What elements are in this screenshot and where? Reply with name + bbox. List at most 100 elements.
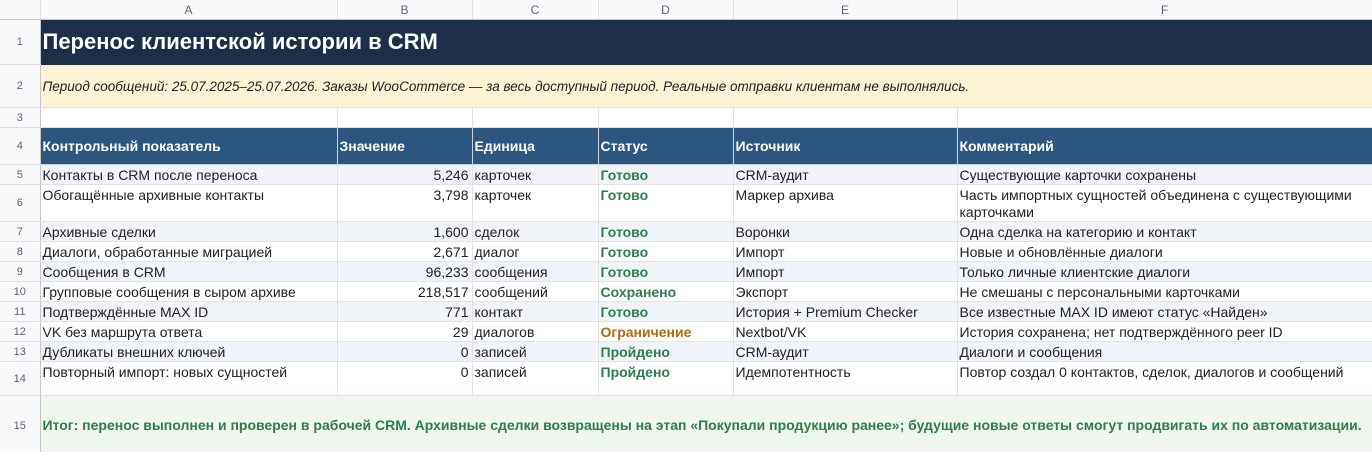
- empty-cell[interactable]: [733, 107, 958, 128]
- summary-note[interactable]: Итог: перенос выполнен и проверен в рабо…: [39, 395, 1372, 452]
- column-header-c[interactable]: C: [472, 0, 599, 20]
- status-cell[interactable]: Готово: [598, 301, 734, 322]
- comment-cell[interactable]: Существующие карточки сохранены: [957, 164, 1372, 185]
- empty-cell[interactable]: [337, 107, 473, 128]
- source-cell[interactable]: Импорт: [733, 241, 958, 262]
- value-cell[interactable]: 1,600: [337, 221, 473, 242]
- unit-cell[interactable]: сообщения: [472, 261, 599, 282]
- value-cell[interactable]: 218,517: [337, 281, 473, 302]
- source-cell[interactable]: CRM-аудит: [733, 341, 958, 362]
- empty-cell[interactable]: [40, 107, 338, 128]
- header-unit[interactable]: Единица: [472, 127, 599, 165]
- empty-cell[interactable]: [472, 107, 599, 128]
- comment-cell[interactable]: Только личные клиентские диалоги: [957, 261, 1372, 282]
- row-number[interactable]: 4: [0, 127, 41, 165]
- row-number[interactable]: 3: [0, 107, 41, 128]
- source-cell[interactable]: Импорт: [733, 261, 958, 282]
- header-comment[interactable]: Комментарий: [957, 127, 1372, 165]
- comment-cell[interactable]: Не смешаны с персональными карточками: [957, 281, 1372, 302]
- comment-cell[interactable]: Новые и обновлённые диалоги: [957, 241, 1372, 262]
- unit-cell[interactable]: контакт: [472, 301, 599, 322]
- row-number[interactable]: 10: [0, 281, 41, 302]
- row-number[interactable]: 6: [0, 184, 41, 222]
- empty-cell[interactable]: [598, 107, 734, 128]
- comment-cell[interactable]: Диалоги и сообщения: [957, 341, 1372, 362]
- value-cell[interactable]: 0: [337, 341, 473, 362]
- comment-cell[interactable]: Часть импортных сущностей объединена с с…: [957, 184, 1372, 222]
- row-number[interactable]: 15: [0, 395, 41, 452]
- value-cell[interactable]: 3,798: [337, 184, 473, 222]
- column-header-f[interactable]: F: [957, 0, 1372, 20]
- column-header-b[interactable]: B: [337, 0, 473, 20]
- unit-cell[interactable]: записей: [472, 361, 599, 396]
- column-header-a[interactable]: A: [40, 0, 338, 20]
- comment-cell[interactable]: Все известные MAX ID имеют статус «Найде…: [957, 301, 1372, 322]
- value-cell[interactable]: 771: [337, 301, 473, 322]
- period-note[interactable]: Период сообщений: 25.07.2025–25.07.2026.…: [40, 64, 1372, 108]
- metric-cell[interactable]: VK без маршрута ответа: [40, 321, 338, 342]
- column-header-e[interactable]: E: [733, 0, 958, 20]
- unit-cell[interactable]: сообщений: [472, 281, 599, 302]
- metric-cell[interactable]: Повторный импорт: новых сущностей: [40, 361, 338, 396]
- row-number[interactable]: 14: [0, 361, 41, 396]
- source-cell[interactable]: Воронки: [733, 221, 958, 242]
- source-cell[interactable]: Экспорт: [733, 281, 958, 302]
- metric-cell[interactable]: Архивные сделки: [40, 221, 338, 242]
- row-number[interactable]: 13: [0, 341, 41, 362]
- status-cell[interactable]: Готово: [598, 184, 734, 222]
- select-all-corner[interactable]: [0, 0, 41, 20]
- header-metric[interactable]: Контрольный показатель: [40, 127, 338, 165]
- status-cell[interactable]: Сохранено: [598, 281, 734, 302]
- value-cell[interactable]: 29: [337, 321, 473, 342]
- row-number[interactable]: 9: [0, 261, 41, 282]
- source-cell[interactable]: Маркер архива: [733, 184, 958, 222]
- empty-cell[interactable]: [957, 107, 1372, 128]
- unit-cell[interactable]: карточек: [472, 164, 599, 185]
- status-cell[interactable]: Готово: [598, 241, 734, 262]
- table-row: 6 Обогащённые архивные контакты 3,798 ка…: [0, 184, 1372, 222]
- row-number[interactable]: 11: [0, 301, 41, 322]
- status-cell[interactable]: Готово: [598, 261, 734, 282]
- value-cell[interactable]: 2,671: [337, 241, 473, 262]
- row-number[interactable]: 12: [0, 321, 41, 342]
- value-cell[interactable]: 0: [337, 361, 473, 396]
- comment-cell[interactable]: Повтор создал 0 контактов, сделок, диало…: [957, 361, 1372, 396]
- row-number[interactable]: 2: [0, 64, 41, 108]
- comment-cell[interactable]: История сохранена; нет подтверждённого p…: [957, 321, 1372, 342]
- metric-cell[interactable]: Подтверждённые MAX ID: [40, 301, 338, 322]
- table-row: 10 Групповые сообщения в сыром архиве 21…: [0, 281, 1372, 302]
- status-cell[interactable]: Готово: [598, 164, 734, 185]
- report-title[interactable]: Перенос клиентской истории в CRM: [40, 19, 1372, 65]
- row-number[interactable]: 5: [0, 164, 41, 185]
- metric-cell[interactable]: Дубликаты внешних ключей: [40, 341, 338, 362]
- status-cell[interactable]: Ограничение: [598, 321, 734, 342]
- table-header-row: 4 Контрольный показатель Значение Единиц…: [0, 127, 1372, 165]
- metric-cell[interactable]: Сообщения в CRM: [40, 261, 338, 282]
- metric-cell[interactable]: Контакты в CRM после переноса: [40, 164, 338, 185]
- unit-cell[interactable]: диалогов: [472, 321, 599, 342]
- value-cell[interactable]: 5,246: [337, 164, 473, 185]
- row-number[interactable]: 1: [0, 19, 41, 65]
- status-cell[interactable]: Пройдено: [598, 361, 734, 396]
- header-status[interactable]: Статус: [598, 127, 734, 165]
- header-value[interactable]: Значение: [337, 127, 473, 165]
- unit-cell[interactable]: карточек: [472, 184, 599, 222]
- column-header-d[interactable]: D: [598, 0, 734, 20]
- source-cell[interactable]: Идемпотентность: [733, 361, 958, 396]
- unit-cell[interactable]: записей: [472, 341, 599, 362]
- header-source[interactable]: Источник: [733, 127, 958, 165]
- source-cell[interactable]: Nextbot/VK: [733, 321, 958, 342]
- source-cell[interactable]: CRM-аудит: [733, 164, 958, 185]
- source-cell[interactable]: История + Premium Checker: [733, 301, 958, 322]
- unit-cell[interactable]: диалог: [472, 241, 599, 262]
- metric-cell[interactable]: Групповые сообщения в сыром архиве: [40, 281, 338, 302]
- status-cell[interactable]: Пройдено: [598, 341, 734, 362]
- metric-cell[interactable]: Диалоги, обработанные миграцией: [40, 241, 338, 262]
- status-cell[interactable]: Готово: [598, 221, 734, 242]
- value-cell[interactable]: 96,233: [337, 261, 473, 282]
- comment-cell[interactable]: Одна сделка на категорию и контакт: [957, 221, 1372, 242]
- row-number[interactable]: 7: [0, 221, 41, 242]
- row-number[interactable]: 8: [0, 241, 41, 262]
- metric-cell[interactable]: Обогащённые архивные контакты: [40, 184, 338, 222]
- unit-cell[interactable]: сделок: [472, 221, 599, 242]
